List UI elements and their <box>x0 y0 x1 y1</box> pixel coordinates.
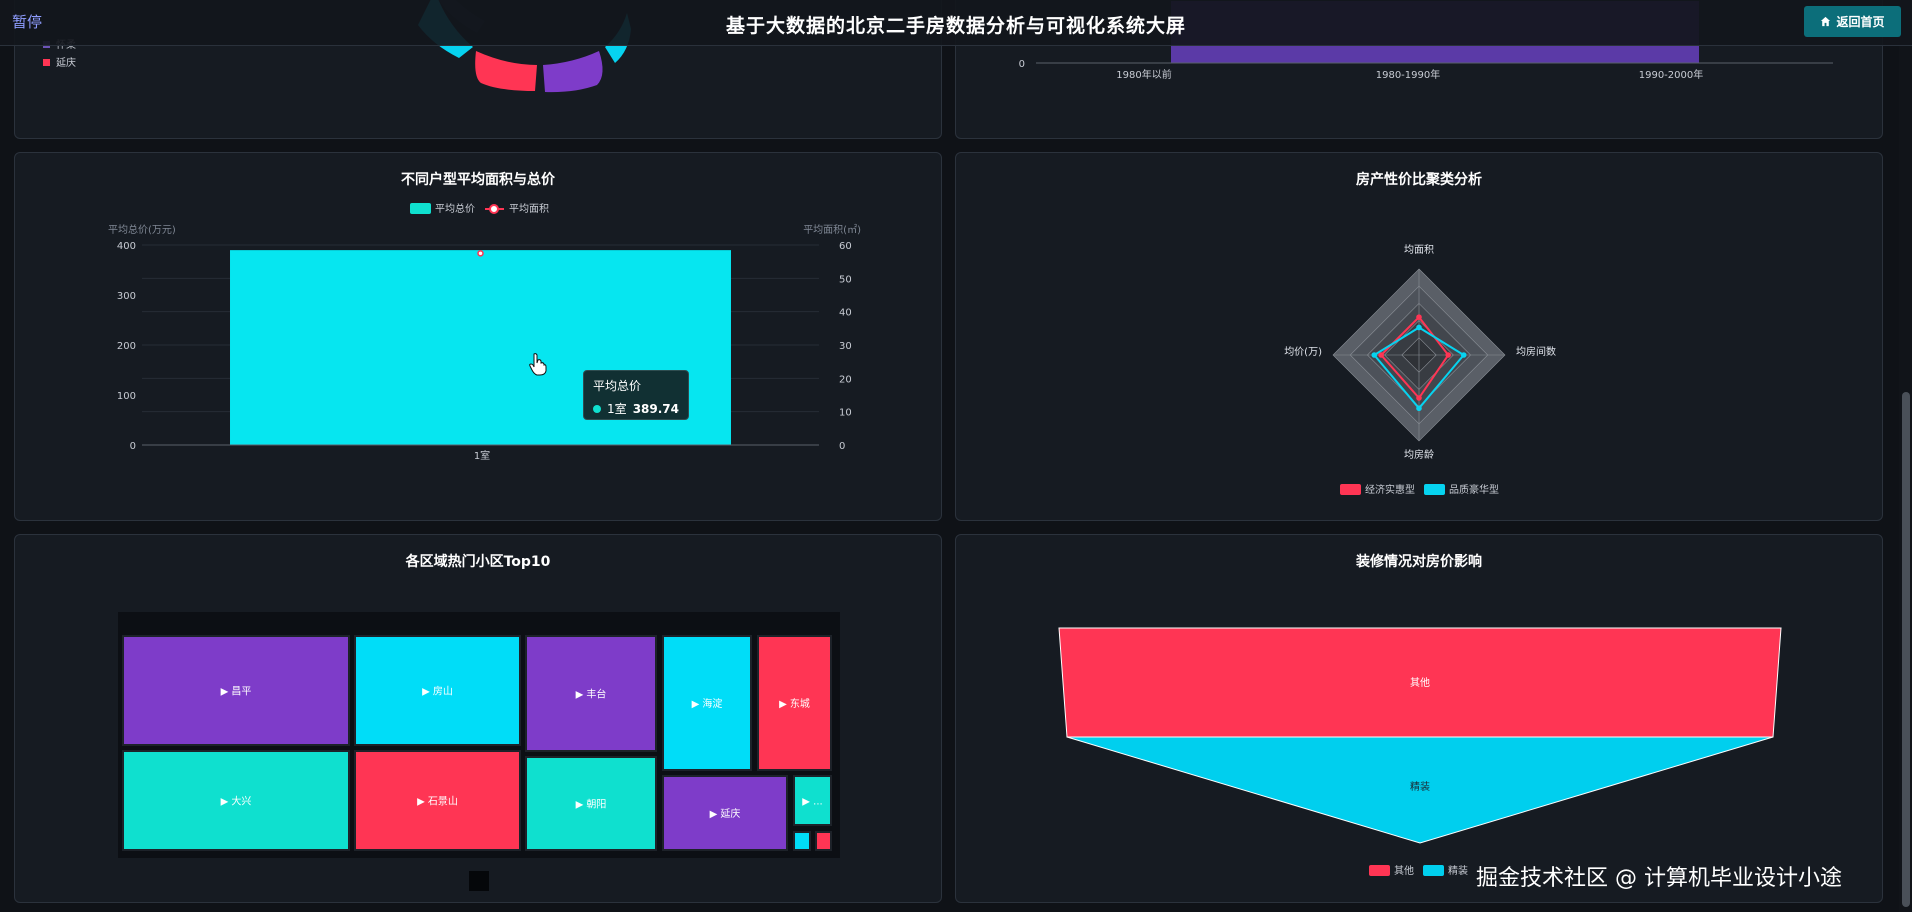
left-y-tick-label: 300 <box>117 291 136 302</box>
tooltip-title: 平均总价 <box>593 379 642 393</box>
y-axis-title-left: 平均总价(万元) <box>108 223 176 236</box>
x-tick-label-3: 1990-2000年 <box>1639 68 1704 81</box>
treemap-cell-label: ▶ ... <box>802 797 822 808</box>
scrollbar-thumb[interactable] <box>1902 392 1910 907</box>
radar-grid <box>1332 268 1506 442</box>
funnel-title: 装修情况对房价影响 <box>1356 554 1482 570</box>
treemap-cell[interactable] <box>815 831 832 851</box>
funnel-legend: 其他 精装 <box>1369 864 1468 877</box>
right-y-tick-label: 40 <box>839 308 852 319</box>
hot-community-treemap: ▶ 昌平 ▶ 房山 ▶ 丰台 ▶ 海淀 ▶ 东城 ▶ 大兴 ▶ 石景山 ▶ 朝阳 ▶ 延庆 ▶ .… <box>118 612 840 891</box>
radar-chart-panel: 房产性价比聚类分析 均面积 均房间数 均房龄 均价(万) 经济实惠型 品质豪华型 <box>955 152 1883 521</box>
x-tick-label-2: 1980-1990年 <box>1376 68 1441 81</box>
treemap-cell-label: ▶ 大兴 <box>221 795 252 808</box>
hand-cursor-icon <box>529 353 547 376</box>
legend-label-other[interactable]: 其他 <box>1394 864 1414 877</box>
y-tick-label: 0 <box>1019 59 1025 70</box>
legend-swatch-yanqing <box>43 59 50 66</box>
top-bar: 暂停 基于大数据的北京二手房数据分析与可视化系统大屏 返回首页 <box>0 0 1912 46</box>
radar-point[interactable] <box>1416 324 1422 331</box>
treemap-cell-label: ▶ 丰台 <box>576 688 607 701</box>
radar-indicator-price: 均价(万) <box>1284 346 1322 358</box>
home-button-label: 返回首页 <box>1836 15 1885 29</box>
radar-point[interactable] <box>1460 352 1467 358</box>
pie-slice-red[interactable] <box>475 51 537 91</box>
treemap-cell-label: ▶ 延庆 <box>710 807 741 820</box>
radar-point[interactable] <box>1445 352 1452 358</box>
pie-slice-purple[interactable] <box>543 51 603 93</box>
right-y-tick-label: 60 <box>839 241 852 252</box>
radar-point[interactable] <box>1371 352 1378 358</box>
tooltip-row: 1室 389.74 <box>593 400 679 417</box>
radar-legend: 经济实惠型 品质豪华型 <box>1340 483 1499 496</box>
tooltip-category: 1室 <box>607 402 627 416</box>
left-y-tick-label: 200 <box>117 341 136 352</box>
treemap-cells: ▶ 昌平 ▶ 房山 ▶ 丰台 ▶ 海淀 ▶ 东城 ▶ 大兴 ▶ 石景山 ▶ 朝阳 ▶ 延庆 ▶ .… <box>122 635 832 851</box>
page-title: 基于大数据的北京二手房数据分析与可视化系统大屏 <box>725 15 1186 37</box>
legend-swatch-economy[interactable] <box>1340 484 1361 495</box>
radar-indicator-age: 均房龄 <box>1404 448 1434 461</box>
treemap-cell-label: ▶ 朝阳 <box>576 799 607 811</box>
treemap-breadcrumb[interactable] <box>469 871 489 891</box>
layout-chart-title: 不同户型平均面积与总价 <box>401 172 555 188</box>
tooltip-value: 389.74 <box>632 401 679 416</box>
legend-swatch-avg-price[interactable] <box>410 203 431 214</box>
legend-swatch-fine[interactable] <box>1423 865 1444 876</box>
legend-label-avg-price[interactable]: 平均总价 <box>435 202 475 215</box>
right-y-tick-label: 30 <box>839 341 852 352</box>
legend-swatch-luxury[interactable] <box>1424 484 1445 495</box>
funnel-label-other: 其他 <box>1410 676 1430 689</box>
x-tick-label-1: 1980年以前 <box>1116 68 1171 81</box>
treemap-panel: 各区域热门小区Top10 ▶ 昌平 ▶ 房山 ▶ 丰台 ▶ 海淀 ▶ 东城 ▶ 大兴 ▶ 石… <box>14 534 942 903</box>
layout-line <box>477 250 484 257</box>
cluster-radar-chart: 均面积 均房间数 均房龄 均价(万) 经济实惠型 品质豪华型 <box>1284 244 1556 496</box>
radar-point[interactable] <box>1416 314 1422 320</box>
layout-bar-line-chart: 平均总价 平均面积 平均总价(万元) 平均面积(㎡) 0100200300400… <box>108 202 861 462</box>
layout-chart-legend: 平均总价 平均面积 <box>410 202 549 215</box>
funnel-panel: 装修情况对房价影响 其他 精装 其他 精装 <box>955 534 1883 903</box>
legend-label-luxury[interactable]: 品质豪华型 <box>1449 483 1499 496</box>
layout-right-ticks: 0 10 20 30 40 50 60 <box>839 241 852 452</box>
right-y-tick-label: 10 <box>839 408 852 419</box>
left-y-tick-label: 0 <box>130 441 136 452</box>
avg-area-point[interactable] <box>477 250 484 257</box>
tooltip-marker <box>593 404 601 413</box>
y-axis-title-right: 平均面积(㎡) <box>803 224 861 236</box>
legend-label-yanqing: 延庆 <box>56 56 76 69</box>
legend-swatch-other[interactable] <box>1369 865 1390 876</box>
layout-chart-tooltip: 平均总价 1室 389.74 <box>583 370 689 420</box>
treemap-cell-label: ▶ 东城 <box>779 697 810 710</box>
legend-label-fine[interactable]: 精装 <box>1448 864 1468 877</box>
right-y-tick-label: 20 <box>839 374 852 385</box>
watermark-text: 掘金技术社区 @ 计算机毕业设计小途 <box>1476 866 1842 891</box>
radar-indicator-rooms: 均房间数 <box>1516 345 1556 358</box>
home-icon <box>1821 16 1831 27</box>
radar-chart-title: 房产性价比聚类分析 <box>1356 172 1482 188</box>
legend-label-avg-area[interactable]: 平均面积 <box>509 203 549 215</box>
radar-point[interactable] <box>1416 405 1422 412</box>
treemap-cell-label: ▶ 石景山 <box>417 796 458 808</box>
left-y-tick-label: 100 <box>117 391 136 402</box>
treemap-title: 各区域热门小区Top10 <box>405 554 551 570</box>
decoration-funnel-chart: 其他 精装 其他 精装 <box>1058 627 1782 877</box>
layout-chart-panel: 不同户型平均面积与总价 平均总价 平均面积 平均总价(万元) 平均面积(㎡) 0… <box>14 152 942 521</box>
legend-label-economy[interactable]: 经济实惠型 <box>1365 483 1415 496</box>
treemap-cell-label: ▶ 房山 <box>422 685 453 698</box>
dashboard-stage: 暂停 基于大数据的北京二手房数据分析与可视化系统大屏 返回首页 怀柔 延庆 <box>0 0 1912 912</box>
treemap-cell-label: ▶ 昌平 <box>221 686 252 698</box>
layout-left-ticks: 0 100 200 300 400 <box>117 241 136 452</box>
funnel-label-fine: 精装 <box>1410 780 1430 793</box>
home-button[interactable]: 返回首页 <box>1804 6 1901 37</box>
left-y-tick-label: 400 <box>117 241 136 252</box>
right-y-tick-label: 50 <box>839 274 852 285</box>
treemap-cell-label: ▶ 海淀 <box>692 697 723 710</box>
radar-point[interactable] <box>1416 395 1422 401</box>
radar-indicator-area: 均面积 <box>1404 244 1434 256</box>
treemap-cell[interactable] <box>793 831 811 851</box>
layout-x-tick-label: 1室 <box>474 449 490 462</box>
legend-marker-avg-area[interactable] <box>489 204 499 214</box>
right-y-tick-label: 0 <box>839 441 845 452</box>
